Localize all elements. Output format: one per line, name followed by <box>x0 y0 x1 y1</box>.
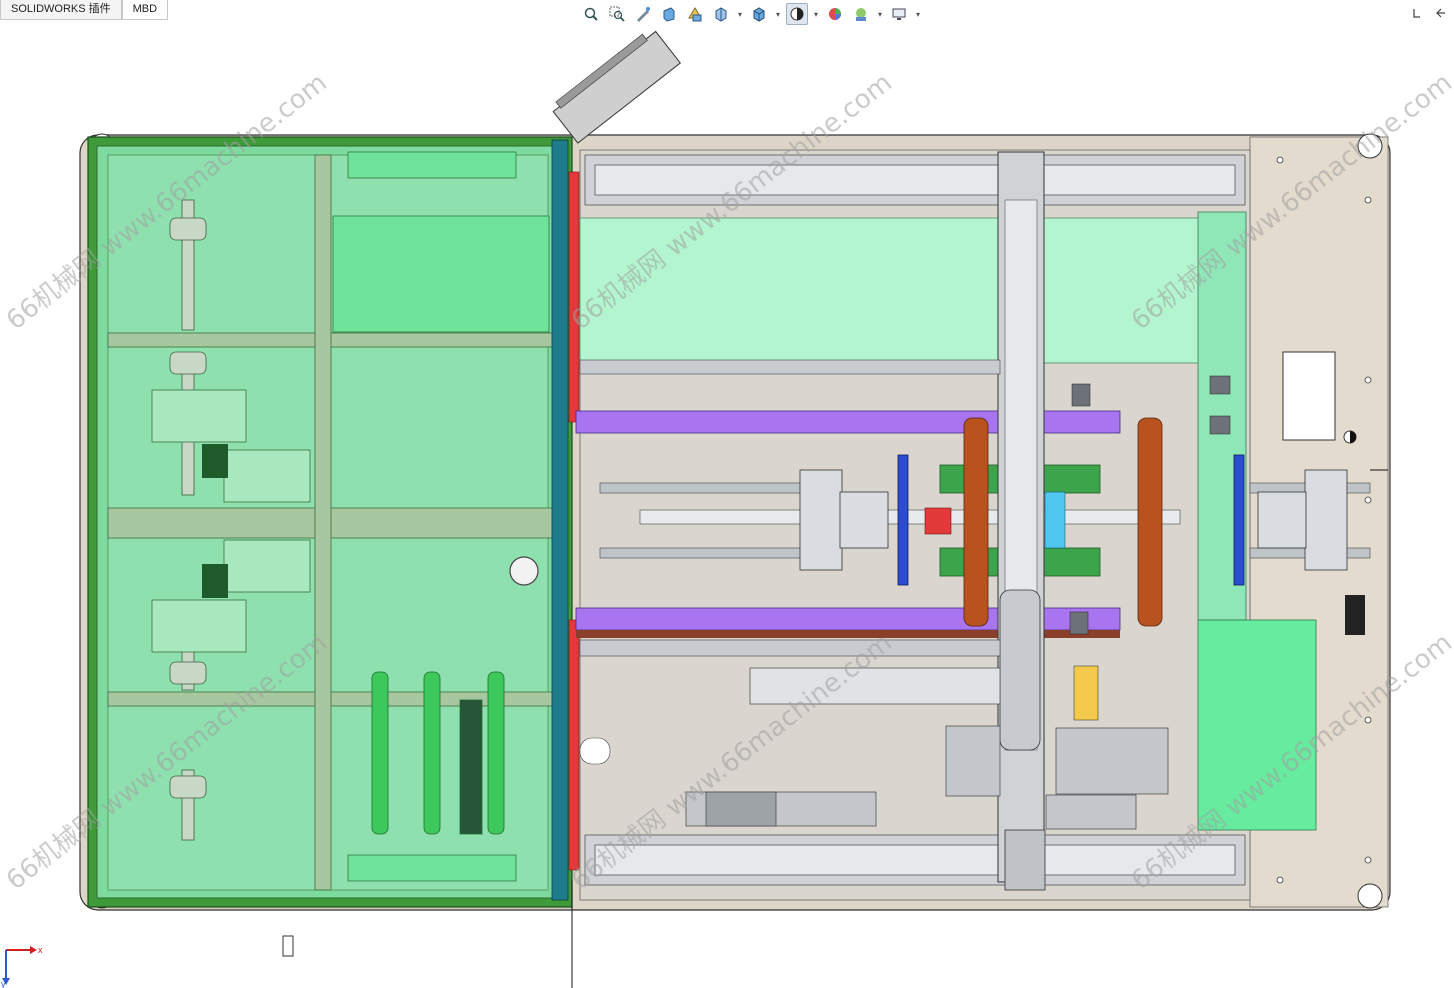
gantry-head <box>999 589 1041 751</box>
cyan-block <box>1044 491 1066 549</box>
control-box <box>552 30 681 144</box>
triad-x-label: x <box>38 945 43 955</box>
section-view-icon[interactable] <box>658 3 680 25</box>
chevron-down-icon[interactable]: ▾ <box>914 10 922 19</box>
chevron-down-icon[interactable]: ▾ <box>876 10 884 19</box>
origin-marker <box>282 935 294 957</box>
view-settings-icon[interactable] <box>888 3 910 25</box>
chevron-down-icon[interactable]: ▾ <box>774 10 782 19</box>
previous-view-icon[interactable] <box>632 3 654 25</box>
view-orientation-icon[interactable] <box>710 3 732 25</box>
red-edge-top <box>568 171 580 423</box>
red-clamp <box>924 507 952 535</box>
restore-icon[interactable] <box>1432 4 1450 22</box>
sensor <box>1345 595 1365 635</box>
command-manager-tabs: SOLIDWORKS 插件 MBD <box>0 0 169 20</box>
minimize-icon[interactable] <box>1408 4 1426 22</box>
heads-up-view-toolbar: ▾ ▾ ▾ ▾ ▾ <box>580 2 922 26</box>
port-circle <box>509 556 539 586</box>
hide-show-items-icon[interactable] <box>786 3 808 25</box>
window-controls <box>1408 4 1450 22</box>
teal-divider <box>551 139 569 901</box>
tab-mbd[interactable]: MBD <box>121 0 169 20</box>
label-plate <box>1282 351 1336 441</box>
apply-scene-icon[interactable] <box>850 3 872 25</box>
zoom-to-fit-icon[interactable] <box>580 3 602 25</box>
tab-solidworks-addins[interactable]: SOLIDWORKS 插件 <box>0 0 122 20</box>
display-style-icon[interactable] <box>748 3 770 25</box>
mint-bottom-panel <box>1197 619 1317 831</box>
triad-y-label: y <box>1 979 6 988</box>
chevron-down-icon[interactable]: ▾ <box>812 10 820 19</box>
zoom-area-icon[interactable] <box>606 3 628 25</box>
chevron-down-icon[interactable]: ▾ <box>736 10 744 19</box>
edit-appearance-icon[interactable] <box>824 3 846 25</box>
red-edge-bottom <box>568 619 580 871</box>
gantry-foot <box>1004 829 1046 891</box>
mint-panel <box>579 217 1219 364</box>
cad-graphics-area[interactable] <box>0 0 1454 988</box>
reference-triad: x y <box>1 945 43 988</box>
dynamic-annotation-icon[interactable] <box>684 3 706 25</box>
